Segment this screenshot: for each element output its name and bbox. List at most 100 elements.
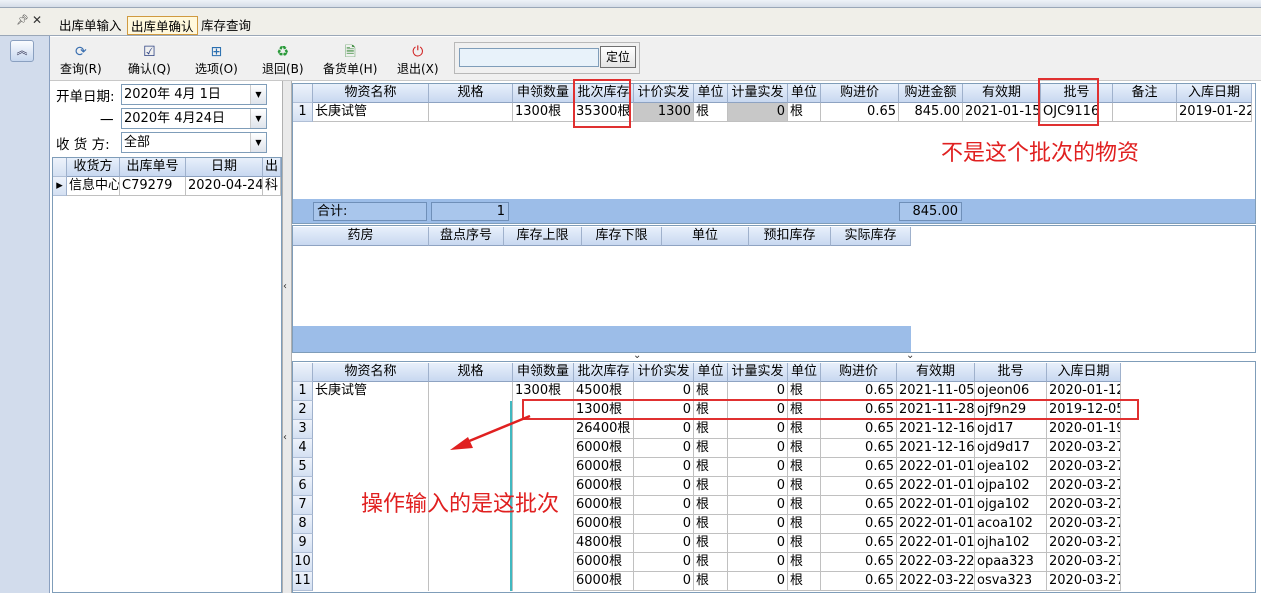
query-button[interactable]: ⟳ 查询(R) — [60, 44, 102, 77]
stock-sheet-button[interactable]: 🗎︎ 备货单(H) — [323, 44, 377, 77]
column-header[interactable]: 有效期 — [897, 363, 975, 382]
table-cell[interactable]: 2020-03-27 — [1047, 496, 1121, 515]
column-header[interactable]: 单位 — [662, 227, 749, 246]
row-number[interactable]: 11 — [293, 572, 313, 591]
table-cell[interactable]: ojd9d17 — [975, 439, 1047, 458]
column-header[interactable]: 购进价 — [821, 84, 899, 103]
table-cell[interactable]: 科 — [263, 177, 281, 196]
table-cell[interactable]: 根 — [788, 553, 821, 572]
table-cell[interactable]: 4800根 — [574, 534, 634, 553]
table-cell[interactable]: 根 — [788, 420, 821, 439]
tab-stock-query[interactable]: 库存查询 — [198, 16, 254, 35]
table-cell[interactable]: 0 — [634, 458, 694, 477]
column-header[interactable]: 单位 — [788, 363, 821, 382]
chevron-down-icon[interactable]: ⌄ — [906, 350, 914, 361]
column-header[interactable]: 计价实发 — [634, 84, 694, 103]
table-cell[interactable]: 根 — [694, 477, 728, 496]
table-cell[interactable]: 0 — [728, 458, 788, 477]
column-header[interactable]: 备注 — [1113, 84, 1177, 103]
table-cell[interactable]: 0 — [634, 515, 694, 534]
table-cell[interactable]: 0.65 — [821, 534, 897, 553]
table-cell[interactable]: 根 — [788, 572, 821, 591]
table-cell[interactable]: 0 — [634, 420, 694, 439]
column-header[interactable]: 库存上限 — [504, 227, 582, 246]
column-header[interactable]: 申领数量 — [513, 363, 574, 382]
table-cell[interactable]: 根 — [788, 458, 821, 477]
table-cell[interactable]: ojha102 — [975, 534, 1047, 553]
table-cell[interactable]: 根 — [788, 515, 821, 534]
table-cell[interactable]: 0 — [728, 420, 788, 439]
row-number[interactable]: 7 — [293, 496, 313, 515]
table-cell[interactable]: 6000根 — [574, 496, 634, 515]
table-cell[interactable]: 2022-01-01 — [897, 477, 975, 496]
table-cell[interactable]: 0.65 — [821, 458, 897, 477]
table-cell[interactable]: 2020-03-27 — [1047, 515, 1121, 534]
row-number[interactable]: 6 — [293, 477, 313, 496]
table-cell[interactable]: 6000根 — [574, 439, 634, 458]
column-header[interactable]: 入库日期 — [1177, 84, 1252, 103]
table-cell[interactable]: 0 — [728, 103, 788, 122]
column-header[interactable]: 物资名称 — [313, 363, 429, 382]
column-header[interactable]: 批号 — [975, 363, 1047, 382]
table-cell[interactable]: 根 — [694, 515, 728, 534]
column-header[interactable]: 计量实发 — [728, 363, 788, 382]
table-cell[interactable]: 0 — [634, 553, 694, 572]
dropdown-arrow-icon[interactable]: ▼ — [250, 109, 266, 128]
table-cell[interactable]: 26400根 — [574, 420, 634, 439]
locate-button[interactable]: 定位 — [600, 46, 636, 68]
column-header[interactable]: 申领数量 — [513, 84, 574, 103]
column-header[interactable]: 入库日期 — [1047, 363, 1121, 382]
table-cell[interactable]: 根 — [694, 420, 728, 439]
table-cell[interactable]: ojpa102 — [975, 477, 1047, 496]
table-cell[interactable]: 2020-01-19 — [1047, 420, 1121, 439]
table-cell[interactable]: 根 — [788, 439, 821, 458]
table-cell[interactable]: 0.65 — [821, 515, 897, 534]
column-header[interactable]: 规格 — [429, 84, 513, 103]
column-header[interactable]: 盘点序号 — [429, 227, 504, 246]
table-cell[interactable]: 根 — [694, 534, 728, 553]
column-header[interactable]: 购进价 — [821, 363, 897, 382]
column-header[interactable]: 实际库存 — [831, 227, 911, 246]
table-cell[interactable]: 6000根 — [574, 553, 634, 572]
column-header[interactable]: 单位 — [694, 84, 728, 103]
return-button[interactable]: ♻ 退回(B) — [262, 44, 304, 77]
tab-outbound-input[interactable]: 出库单输入 — [56, 16, 125, 35]
table-cell[interactable]: 根 — [788, 496, 821, 515]
table-cell[interactable]: 0 — [728, 515, 788, 534]
row-number[interactable]: 10 — [293, 553, 313, 572]
table-cell[interactable]: 0 — [634, 534, 694, 553]
row-number[interactable]: 3 — [293, 420, 313, 439]
confirm-button[interactable]: ☑ 确认(Q) — [128, 44, 171, 77]
table-cell[interactable]: 0 — [634, 439, 694, 458]
table-cell[interactable]: 6000根 — [574, 477, 634, 496]
locate-input[interactable] — [459, 48, 599, 67]
table-cell[interactable]: 0.65 — [821, 496, 897, 515]
table-cell[interactable] — [429, 103, 513, 122]
column-header[interactable]: 出 — [263, 158, 281, 177]
table-cell[interactable]: 845.00 — [899, 103, 963, 122]
table-cell[interactable]: 0.65 — [821, 477, 897, 496]
table-cell[interactable]: 0.65 — [821, 553, 897, 572]
receiver-select[interactable]: 全部 ▼ — [121, 132, 267, 153]
column-header[interactable]: 出库单号 — [120, 158, 186, 177]
chevron-left-icon[interactable]: ‹ — [283, 432, 287, 443]
column-header[interactable]: 单位 — [788, 84, 821, 103]
table-cell[interactable]: 长庚试管 — [313, 103, 429, 122]
table-cell[interactable]: 1300根 — [513, 103, 574, 122]
row-number[interactable]: 4 — [293, 439, 313, 458]
table-cell[interactable]: 2020-03-27 — [1047, 458, 1121, 477]
table-cell[interactable]: C79279 — [120, 177, 186, 196]
table-cell[interactable]: 2020-03-27 — [1047, 572, 1121, 591]
table-cell[interactable]: 6000根 — [574, 572, 634, 591]
table-cell[interactable]: acoa102 — [975, 515, 1047, 534]
table-cell[interactable]: 2020-03-27 — [1047, 534, 1121, 553]
row-number[interactable]: 1 — [293, 382, 313, 401]
column-header[interactable]: 单位 — [694, 363, 728, 382]
table-cell[interactable]: 0 — [728, 572, 788, 591]
column-header[interactable]: 购进金额 — [899, 84, 963, 103]
table-cell[interactable]: 2022-01-01 — [897, 515, 975, 534]
column-header[interactable]: 计价实发 — [634, 363, 694, 382]
close-icon[interactable]: ✕ — [32, 13, 42, 27]
table-cell[interactable]: 0 — [728, 496, 788, 515]
table-cell[interactable]: 1300 — [634, 103, 694, 122]
